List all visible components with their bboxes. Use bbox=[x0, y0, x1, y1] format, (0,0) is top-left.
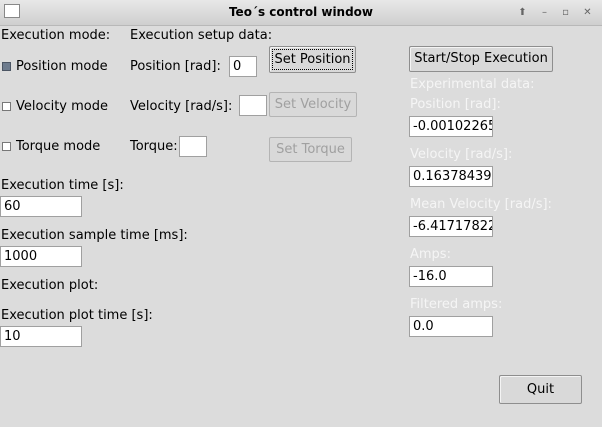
torque-mode-radio[interactable] bbox=[2, 142, 11, 151]
exp-velocity-label: Velocity [rad/s]: bbox=[410, 147, 513, 162]
execution-time-input[interactable]: 60 bbox=[0, 196, 82, 217]
set-velocity-button[interactable]: Set Velocity bbox=[269, 92, 357, 117]
mean-velocity-value[interactable]: -6.41717822 bbox=[409, 216, 493, 237]
maximize-icon[interactable]: ▫ bbox=[558, 5, 573, 20]
quit-button[interactable]: Quit bbox=[499, 375, 582, 404]
close-icon[interactable]: ✕ bbox=[580, 5, 595, 20]
plot-time-input[interactable]: 10 bbox=[0, 326, 82, 347]
title-bar: Teo´s control window ⬆ – ▫ ✕ bbox=[0, 0, 602, 26]
position-rad-label: Position [rad]: bbox=[130, 59, 221, 74]
mean-velocity-label: Mean Velocity [rad/s]: bbox=[410, 197, 552, 212]
amps-label: Amps: bbox=[410, 247, 451, 262]
velocity-input[interactable] bbox=[239, 95, 267, 116]
velocity-rad-label: Velocity [rad/s]: bbox=[130, 99, 233, 114]
position-input[interactable]: 0 bbox=[229, 56, 257, 77]
set-position-button[interactable]: Set Position bbox=[269, 46, 356, 73]
set-torque-button[interactable]: Set Torque bbox=[269, 137, 352, 162]
torque-mode-label[interactable]: Torque mode bbox=[16, 139, 100, 154]
execution-plot-label: Execution plot: bbox=[1, 278, 99, 293]
position-mode-label[interactable]: Position mode bbox=[16, 59, 108, 74]
velocity-mode-radio[interactable] bbox=[2, 102, 11, 111]
up-icon[interactable]: ⬆ bbox=[515, 5, 530, 20]
exp-position-value[interactable]: -0.00102265 bbox=[409, 116, 493, 137]
position-mode-radio[interactable] bbox=[2, 62, 11, 71]
window-title: Teo´s control window bbox=[228, 5, 374, 19]
execution-time-label: Execution time [s]: bbox=[1, 178, 124, 193]
torque-input[interactable] bbox=[179, 136, 207, 157]
exp-position-label: Position [rad]: bbox=[410, 97, 501, 112]
setup-header: Execution setup data: bbox=[130, 28, 273, 43]
execution-mode-label: Execution mode: bbox=[1, 28, 111, 43]
filtered-amps-label: Filtered amps: bbox=[410, 297, 503, 312]
amps-value[interactable]: -16.0 bbox=[409, 266, 493, 287]
filtered-amps-value[interactable]: 0.0 bbox=[409, 316, 493, 337]
exp-velocity-value[interactable]: 0.163784393 bbox=[409, 166, 493, 187]
experimental-data-label: Experimental data: bbox=[410, 77, 535, 92]
sample-time-input[interactable]: 1000 bbox=[0, 246, 82, 267]
start-stop-execution-button[interactable]: Start/Stop Execution bbox=[409, 46, 553, 72]
velocity-mode-label[interactable]: Velocity mode bbox=[16, 99, 108, 114]
plot-time-label: Execution plot time [s]: bbox=[1, 308, 153, 323]
minimize-icon[interactable]: – bbox=[537, 5, 552, 20]
torque-label: Torque: bbox=[130, 139, 178, 154]
sample-time-label: Execution sample time [ms]: bbox=[1, 228, 188, 243]
